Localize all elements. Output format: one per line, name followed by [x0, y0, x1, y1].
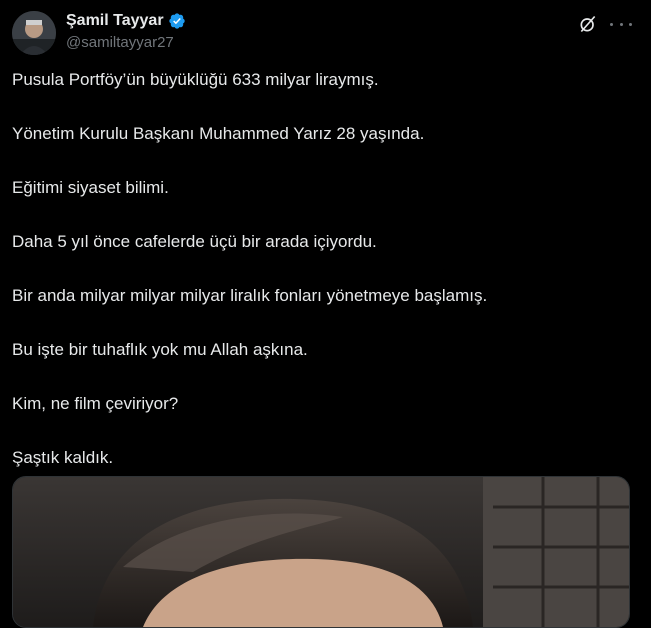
tweet-paragraph: Bu işte bir tuhaflık yok mu Allah aşkına… [12, 340, 308, 359]
more-options-icon[interactable] [608, 12, 634, 36]
tweet-paragraph: Pusula Portföy’ün büyüklüğü 633 milyar l… [12, 70, 379, 89]
avatar[interactable] [12, 11, 56, 55]
tweet-text: Pusula Portföy’ün büyüklüğü 633 milyar l… [12, 70, 632, 502]
photo-image [13, 477, 629, 627]
name-row: Şamil Tayyar [66, 12, 186, 30]
tweet-paragraph: Kim, ne film çeviriyor? [12, 394, 179, 413]
tweet-paragraph: Bir anda milyar milyar milyar liralık fo… [12, 286, 488, 305]
grok-icon[interactable] [578, 14, 598, 34]
tweet-paragraph: Daha 5 yıl önce cafelerde üçü bir arada … [12, 232, 377, 251]
tweet-paragraph: Yönetim Kurulu Başkanı Muhammed Yarız 28… [12, 124, 425, 143]
tweet-header: Şamil Tayyar @samiltayyar27 [12, 8, 642, 64]
avatar-image [12, 11, 56, 55]
tweet-media-photo[interactable] [12, 476, 630, 628]
display-name[interactable]: Şamil Tayyar [66, 12, 164, 30]
tweet-paragraph: Şaştık kaldık. [12, 448, 114, 467]
handle[interactable]: @samiltayyar27 [66, 34, 174, 51]
verified-badge-icon [168, 12, 186, 30]
tweet-paragraph: Eğitimi siyaset bilimi. [12, 178, 169, 197]
